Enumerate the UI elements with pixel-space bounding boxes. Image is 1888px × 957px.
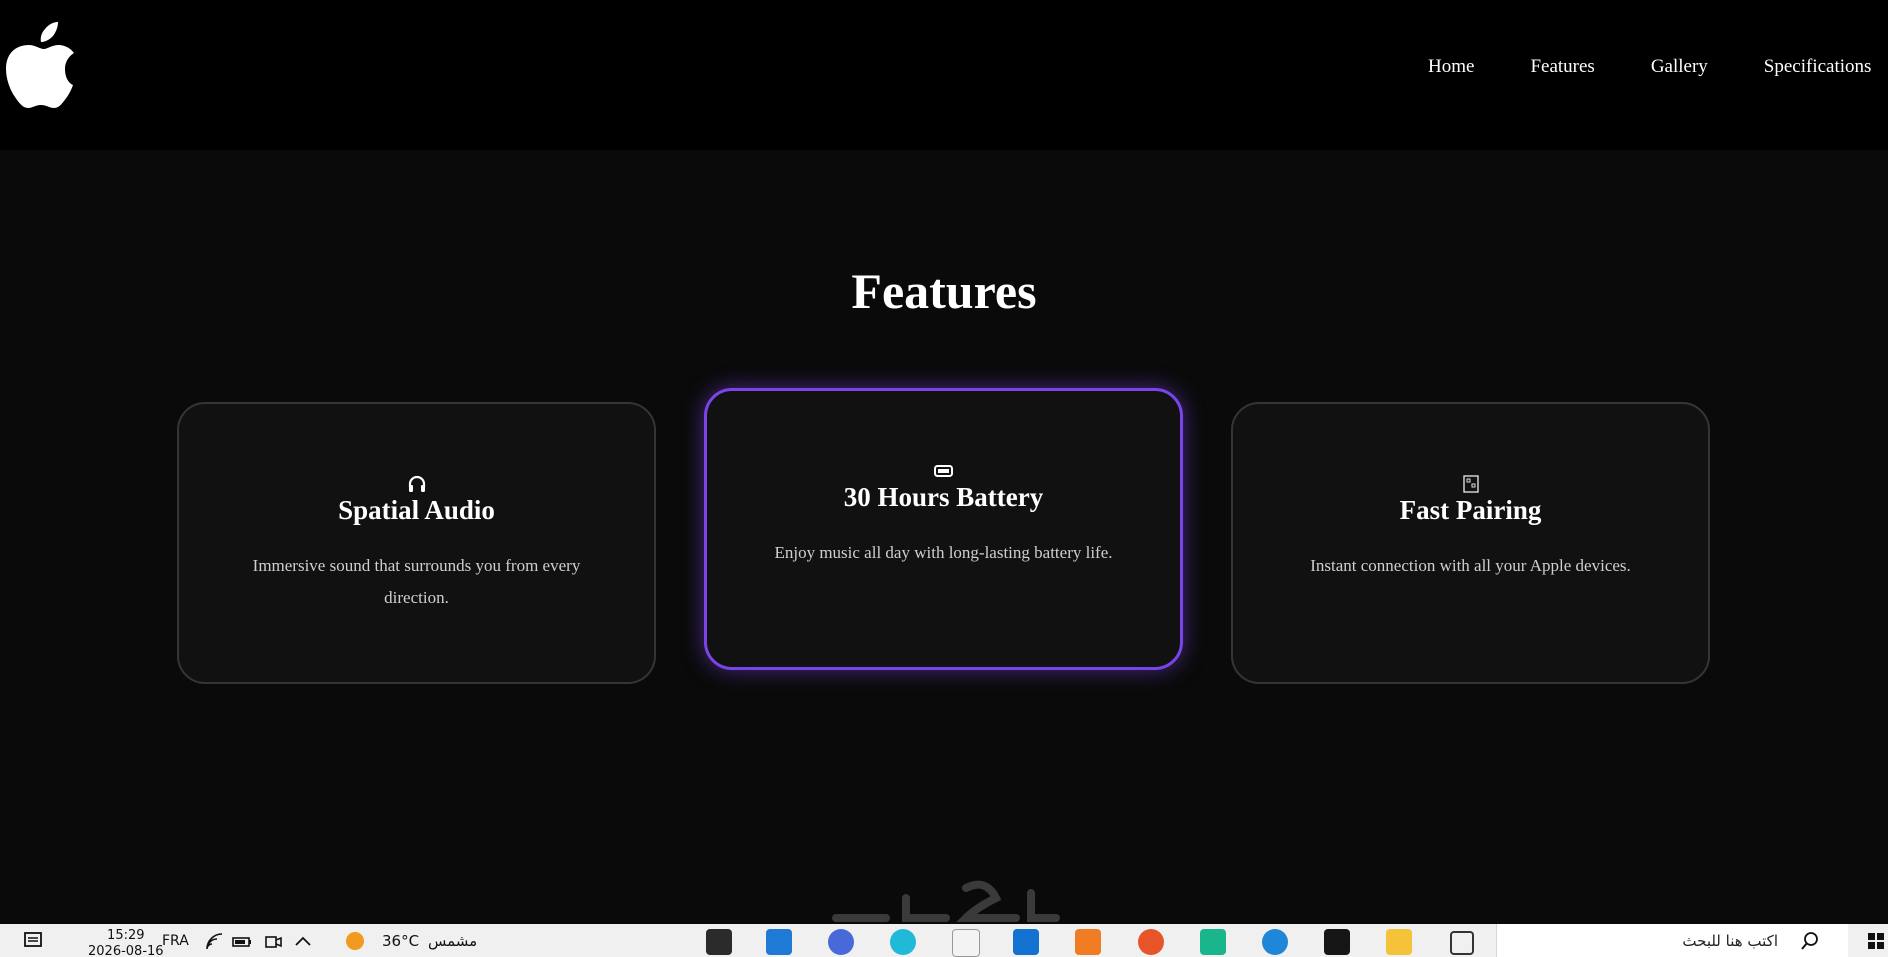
- broken-image-icon: [1462, 475, 1479, 493]
- camera-icon[interactable]: [262, 931, 284, 953]
- wifi-icon[interactable]: [204, 931, 226, 953]
- outlook-icon[interactable]: [1013, 929, 1039, 955]
- card-description: Instant connection with all your Apple d…: [1310, 556, 1631, 575]
- ai-icon[interactable]: [952, 929, 980, 957]
- pycharm-icon[interactable]: [1200, 929, 1226, 955]
- nav-home[interactable]: Home: [1428, 56, 1474, 78]
- search-placeholder: اكتب هنا للبحث: [1682, 932, 1778, 950]
- unity-icon[interactable]: [706, 929, 732, 955]
- canva-icon[interactable]: [890, 929, 916, 955]
- chevron-up-icon[interactable]: [292, 931, 314, 953]
- nav-features[interactable]: Features: [1530, 56, 1594, 78]
- feature-card-fast-pairing: Fast Pairing Instant connection with all…: [1231, 402, 1710, 684]
- feature-card-battery: 30 Hours Battery Enjoy music all day wit…: [704, 388, 1183, 670]
- battery-icon: [933, 465, 953, 477]
- feature-card-spatial-audio: Spatial Audio Immersive sound that surro…: [177, 402, 656, 684]
- language-indicator[interactable]: FRA: [162, 924, 189, 957]
- card-title: Spatial Audio: [338, 495, 495, 525]
- card-title: Fast Pairing: [1399, 495, 1542, 525]
- sun-weather-icon[interactable]: [344, 930, 366, 952]
- firefox-icon[interactable]: [1138, 929, 1164, 955]
- main-nav: Home Features Gallery Specifications: [1428, 56, 1888, 78]
- weather-temp[interactable]: 36°C: [382, 924, 419, 957]
- xampp-icon[interactable]: [1075, 929, 1101, 955]
- nav-specifications[interactable]: Specifications: [1764, 56, 1872, 78]
- page: Home Features Gallery Specifications Fea…: [0, 0, 1888, 957]
- vscode-icon[interactable]: [766, 929, 792, 955]
- task-view-icon[interactable]: [1450, 931, 1474, 955]
- card-title: 30 Hours Battery: [843, 482, 1044, 512]
- windows-taskbar: 15:29 2026-08-16 FRA 36°C مشمس اكتب هنا …: [0, 924, 1888, 957]
- chrome-icon[interactable]: [828, 929, 854, 955]
- battery-status-icon[interactable]: [231, 931, 253, 953]
- apple-logo-icon[interactable]: [4, 22, 78, 110]
- file-explorer-icon[interactable]: [1386, 929, 1412, 955]
- features-title: Features: [851, 263, 1037, 319]
- search-icon[interactable]: [1800, 931, 1820, 951]
- weather-text[interactable]: مشمس: [428, 924, 477, 957]
- card-description: Enjoy music all day with long-lasting ba…: [774, 543, 1113, 562]
- edge-icon[interactable]: [1262, 929, 1288, 955]
- taskbar-search-box[interactable]: اكتب هنا للبحث: [1496, 924, 1848, 957]
- clock-time: 15:29: [107, 928, 145, 943]
- card-description: Immersive sound that surrounds you from …: [252, 556, 581, 607]
- headphones-icon: [408, 475, 425, 492]
- windows-start-icon[interactable]: [1866, 931, 1886, 951]
- github-icon[interactable]: [1324, 929, 1350, 955]
- nav-gallery[interactable]: Gallery: [1651, 56, 1708, 78]
- taskbar-clock[interactable]: 15:29 2026-08-16: [88, 924, 164, 957]
- notifications-icon[interactable]: [22, 930, 44, 952]
- site-header: Home Features Gallery Specifications: [0, 0, 1888, 150]
- clock-date: 2026-08-16: [88, 944, 164, 957]
